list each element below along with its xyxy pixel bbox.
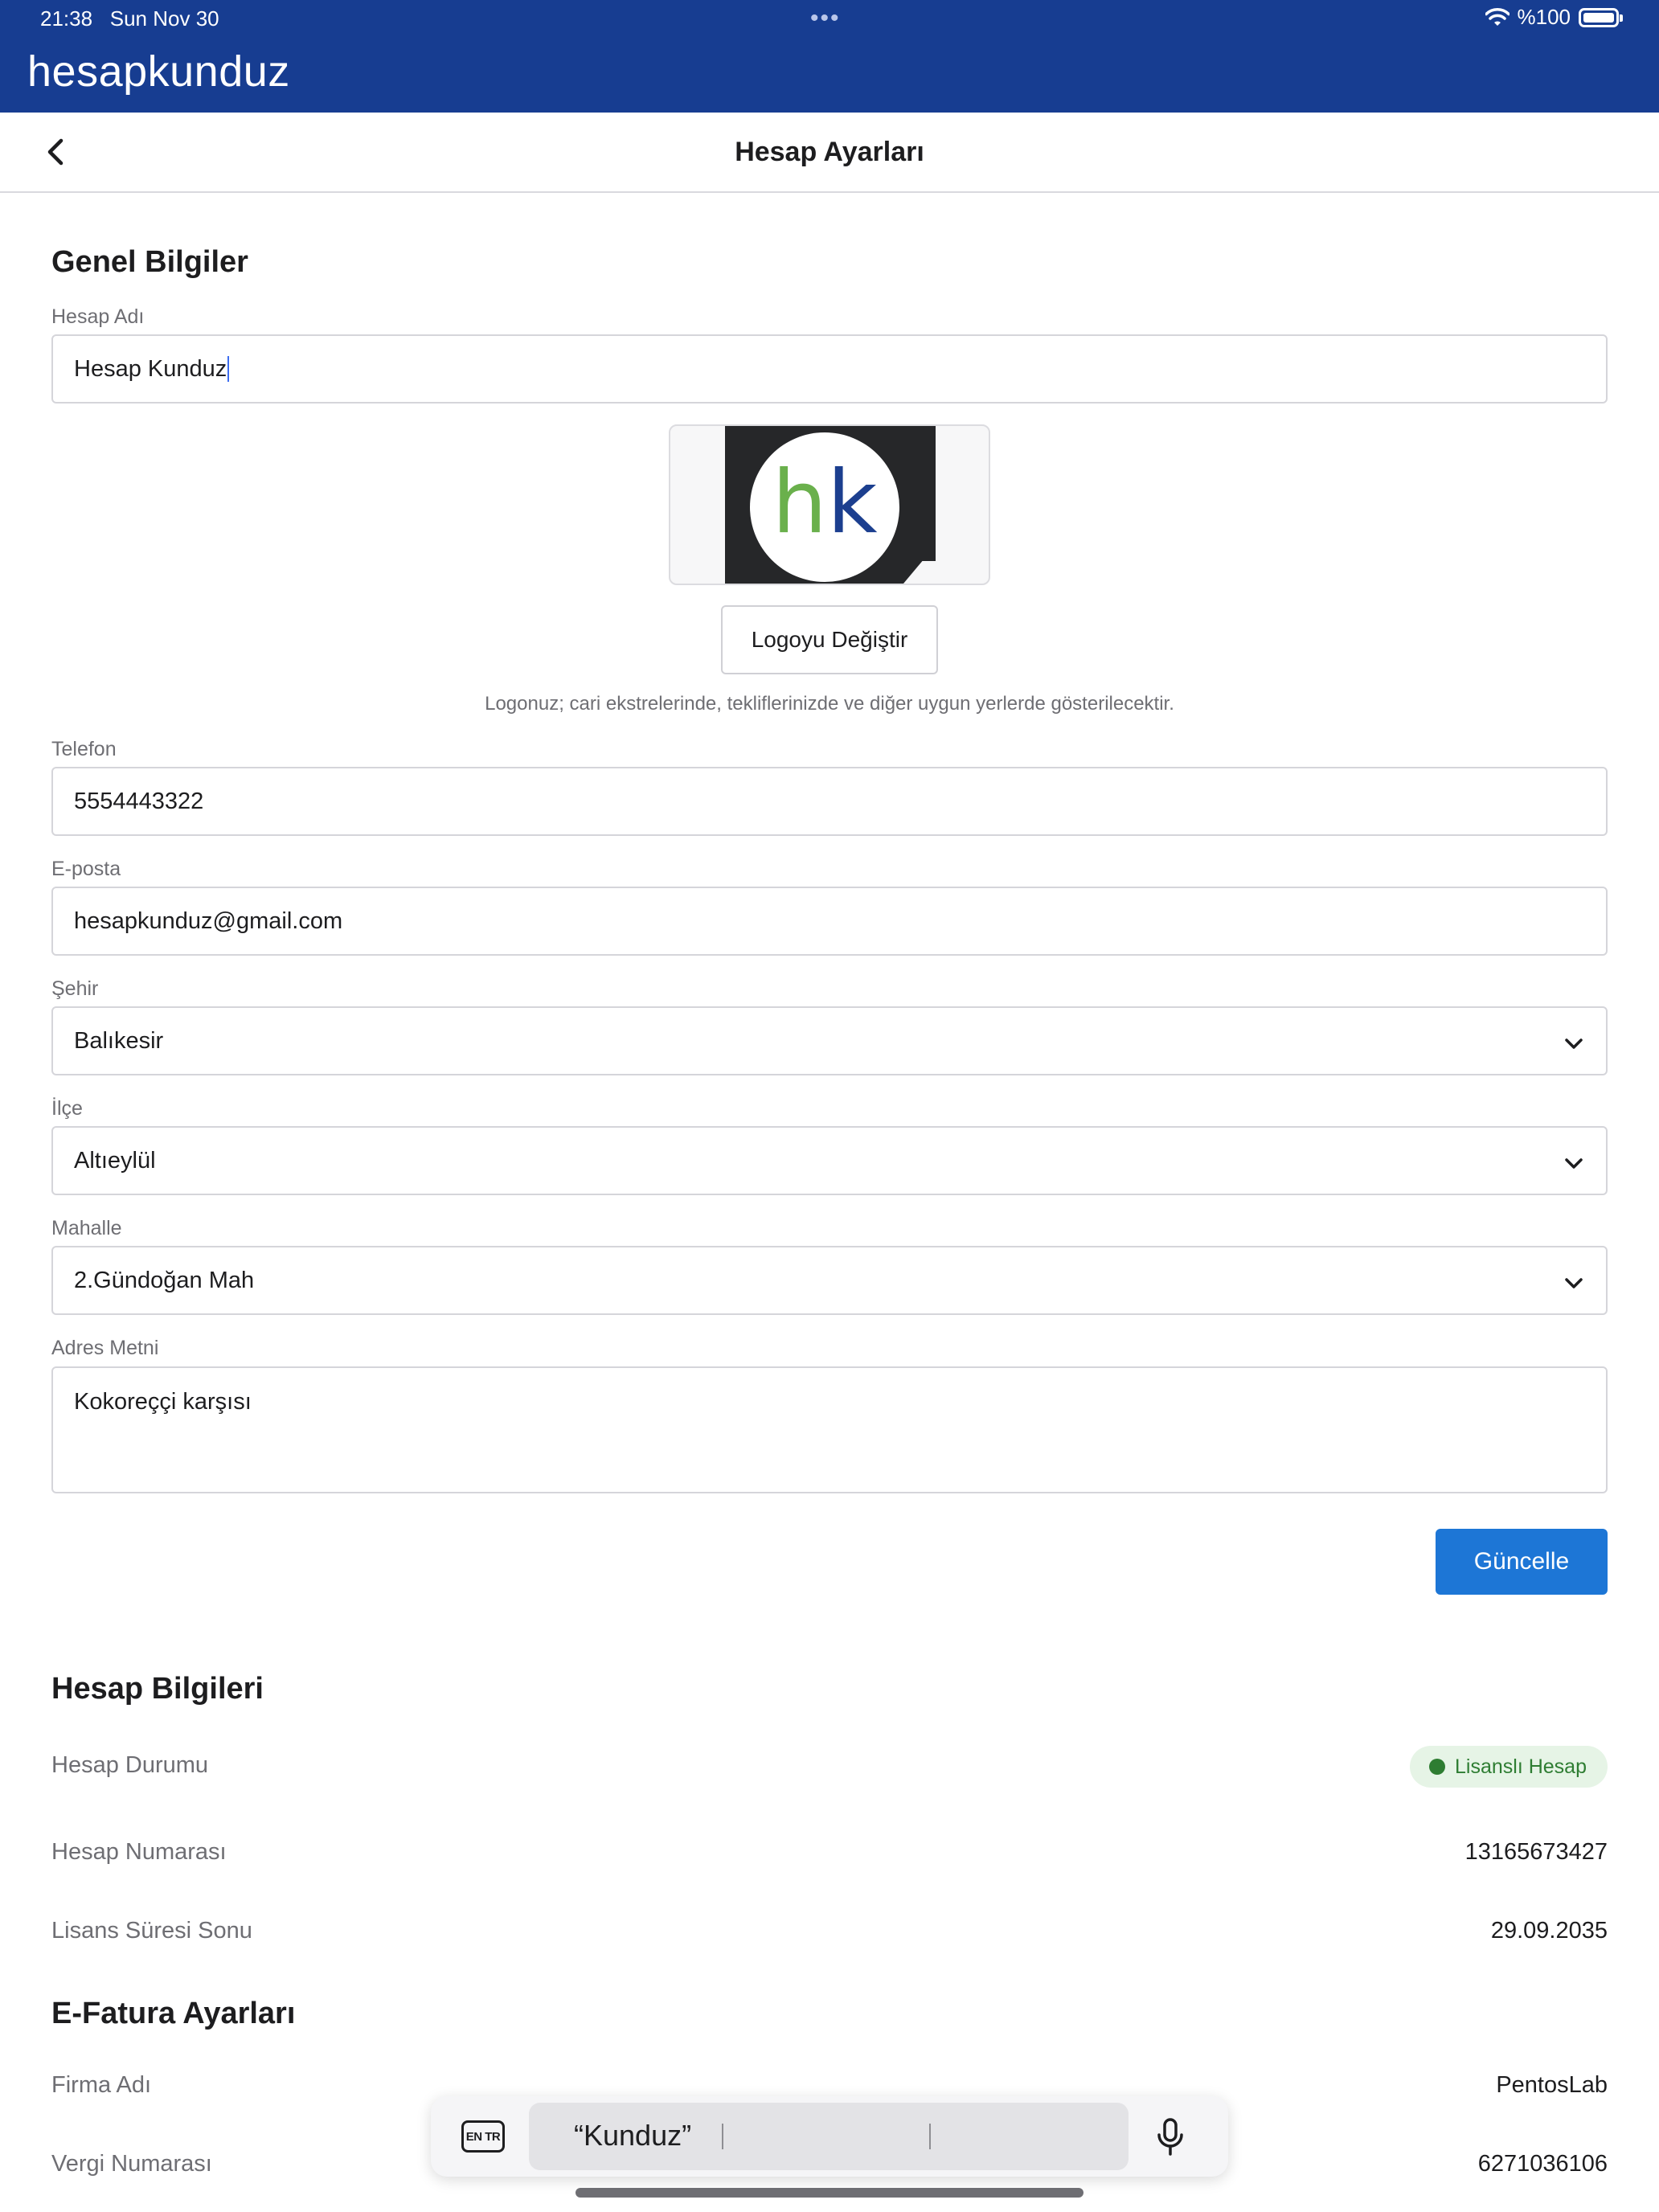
chevron-down-icon — [1565, 1278, 1583, 1288]
logo-hint-text: Logonuz; cari ekstrelerinde, tekliflerin… — [485, 693, 1174, 715]
neighborhood-label: Mahalle — [51, 1217, 122, 1239]
battery-icon — [1579, 7, 1623, 27]
section-title-einvoice: E-Fatura Ayarları — [51, 1997, 296, 2030]
phone-value: 5554443322 — [74, 788, 204, 814]
keyboard-suggestion-bar: EN TR “Kunduz” — [431, 2096, 1228, 2177]
logo-letter-k: k — [826, 453, 878, 553]
status-clock: 21:38 — [40, 6, 93, 31]
suggestion-divider — [722, 2124, 723, 2149]
multitasking-dots-icon[interactable]: ••• — [810, 5, 841, 32]
app-header: 21:38 Sun Nov 30 ••• %100 hesapkunduz — [0, 0, 1659, 113]
city-label: Şehir — [51, 977, 99, 1000]
district-label: İlçe — [51, 1097, 83, 1120]
account-status-label: Hesap Durumu — [51, 1752, 209, 1778]
microphone-icon[interactable] — [1154, 2117, 1186, 2157]
neighborhood-select[interactable]: 2.Gündoğan Mah — [51, 1246, 1608, 1315]
status-time: 21:38 Sun Nov 30 — [40, 6, 219, 31]
suggestion-word[interactable]: “Kunduz” — [574, 2119, 691, 2153]
company-name-value: PentosLab — [1496, 2072, 1608, 2098]
phone-label: Telefon — [51, 738, 117, 760]
status-dot-icon — [1429, 1759, 1446, 1775]
logo-mark: hk — [750, 432, 899, 582]
phone-input[interactable]: 5554443322 — [51, 767, 1608, 836]
status-indicators: %100 — [1485, 5, 1623, 30]
chevron-down-icon — [1565, 1158, 1583, 1169]
app-logo[interactable]: hesapkunduz — [27, 47, 290, 96]
wifi-icon — [1485, 7, 1509, 26]
tax-number-label: Vergi Numarası — [51, 2151, 212, 2177]
district-select[interactable]: Altıeylül — [51, 1126, 1608, 1195]
section-title-general: Genel Bilgiler — [51, 245, 248, 279]
status-date: Sun Nov 30 — [109, 6, 219, 31]
license-end-label: Lisans Süresi Sonu — [51, 1918, 252, 1944]
home-indicator[interactable] — [576, 2188, 1083, 2198]
update-button[interactable]: Güncelle — [1436, 1529, 1608, 1595]
account-number-value: 13165673427 — [1464, 1839, 1608, 1865]
logo-preview: hk — [669, 424, 990, 585]
battery-percent: %100 — [1517, 5, 1571, 29]
status-badge-text: Lisanslı Hesap — [1455, 1755, 1587, 1778]
city-value: Balıkesir — [74, 1027, 164, 1054]
status-badge: Lisanslı Hesap — [1410, 1746, 1608, 1788]
email-value: hesapkunduz@gmail.com — [74, 907, 343, 934]
suggestion-strip: “Kunduz” — [529, 2103, 1129, 2170]
address-value: Kokoreççi karşısı — [74, 1389, 252, 1415]
account-name-input[interactable]: Hesap Kunduz — [51, 334, 1608, 403]
city-select[interactable]: Balıkesir — [51, 1006, 1608, 1075]
change-logo-button[interactable]: Logoyu Değiştir — [721, 605, 938, 674]
text-caret — [227, 356, 230, 382]
suggestion-divider — [929, 2124, 931, 2149]
email-label: E-posta — [51, 858, 121, 880]
neighborhood-value: 2.Gündoğan Mah — [74, 1267, 255, 1293]
company-logo-image: hk — [725, 426, 936, 584]
address-textarea[interactable]: Kokoreççi karşısı — [51, 1366, 1608, 1493]
chevron-down-icon — [1565, 1038, 1583, 1049]
page-title: Hesap Ayarları — [735, 137, 924, 167]
keyboard-language-icon[interactable]: EN TR — [461, 2120, 505, 2153]
nav-bar: Hesap Ayarları — [0, 113, 1659, 193]
license-end-value: 29.09.2035 — [1490, 1918, 1608, 1944]
address-label: Adres Metni — [51, 1337, 159, 1359]
email-input[interactable]: hesapkunduz@gmail.com — [51, 887, 1608, 956]
logo-letter-h: h — [772, 453, 827, 553]
tax-number-value: 6271036106 — [1477, 2151, 1608, 2177]
account-name-label: Hesap Adı — [51, 305, 145, 328]
section-title-account: Hesap Bilgileri — [51, 1672, 264, 1706]
district-value: Altıeylül — [74, 1147, 156, 1174]
company-name-label: Firma Adı — [51, 2072, 152, 2098]
account-number-label: Hesap Numarası — [51, 1839, 227, 1865]
account-name-value: Hesap Kunduz — [74, 355, 227, 382]
